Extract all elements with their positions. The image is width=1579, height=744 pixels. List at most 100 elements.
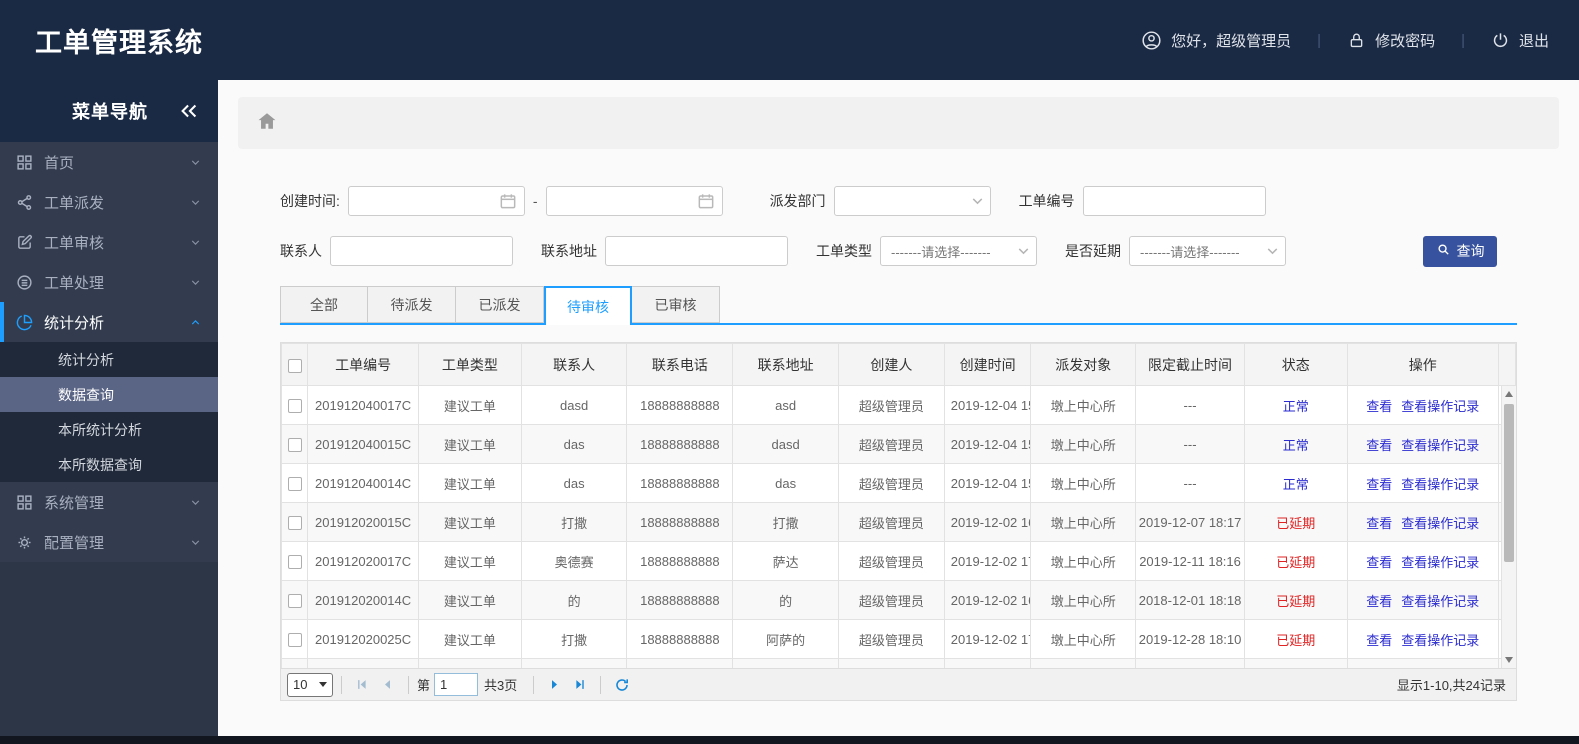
row-checkbox[interactable] [287, 593, 302, 608]
user-greeting[interactable]: 您好，超级管理员 [1141, 30, 1291, 51]
cell-contact: dasd [520, 385, 628, 425]
tab-3[interactable]: 待审核 [544, 286, 632, 325]
refresh-button[interactable] [609, 677, 635, 693]
scroll-down-icon[interactable] [1505, 657, 1513, 663]
tab-2[interactable]: 已派发 [456, 286, 544, 323]
view-log-link[interactable]: 查看操作记录 [1401, 633, 1479, 648]
sidebar-item-config[interactable]: 配置管理 [0, 522, 218, 562]
contact-label: 联系人 [280, 243, 322, 259]
row-checkbox[interactable] [287, 437, 302, 452]
view-log-link[interactable]: 查看操作记录 [1401, 555, 1479, 570]
view-log-link[interactable]: 查看操作记录 [1401, 477, 1479, 492]
view-link[interactable]: 查看 [1366, 516, 1392, 531]
sidebar-subitem-local-statistics[interactable]: 本所统计分析 [0, 412, 218, 447]
view-log-link[interactable]: 查看操作记录 [1401, 438, 1479, 453]
next-page-button[interactable] [542, 677, 567, 692]
calendar-icon[interactable] [498, 191, 518, 214]
row-checkbox[interactable] [287, 398, 302, 413]
contact-input[interactable] [330, 236, 513, 266]
table-row: 201912020025C 建议工单 打撒 18888888888 阿萨的 超级… [281, 619, 1516, 659]
row-checkbox[interactable] [287, 515, 302, 530]
row-checkbox[interactable] [287, 632, 302, 647]
cell-actions: 查看 查看操作记录 [1346, 502, 1499, 542]
col-phone: 联系电话 [626, 343, 734, 386]
delay-select[interactable]: -------请选择------- [1129, 236, 1286, 266]
page-number-input[interactable] [434, 673, 479, 696]
cell-phone: 18888888888 [626, 463, 734, 503]
cell-creator: 超级管理员 [838, 385, 945, 425]
order-type-select[interactable]: -------请选择------- [880, 236, 1037, 266]
view-log-link[interactable]: 查看操作记录 [1401, 399, 1479, 414]
status-badge: 正常 [1282, 476, 1309, 492]
calendar-icon[interactable] [696, 191, 716, 214]
view-log-link[interactable]: 查看操作记录 [1401, 516, 1479, 531]
view-link[interactable]: 查看 [1366, 594, 1392, 609]
table-row: 201912040014C 建议工单 das 18888888888 das 超… [281, 463, 1516, 503]
order-no-input[interactable] [1082, 186, 1266, 216]
sidebar-item-review[interactable]: 工单审核 [0, 222, 218, 262]
view-link[interactable]: 查看 [1366, 555, 1392, 570]
cell-status: 已延期 [1243, 619, 1348, 659]
pie-chart-icon [4, 314, 44, 331]
scrollbar-thumb[interactable] [1504, 404, 1514, 562]
page-size-select[interactable]: 10 [287, 672, 333, 697]
table-scrollbar[interactable] [1501, 386, 1516, 668]
search-button[interactable]: 查询 [1423, 235, 1497, 267]
cell-creator: 超级管理员 [838, 463, 945, 503]
address-input[interactable] [605, 236, 788, 266]
row-select-cell [281, 619, 309, 659]
first-page-button[interactable] [350, 677, 375, 692]
row-checkbox[interactable] [287, 476, 302, 491]
tab-4[interactable]: 已审核 [632, 286, 720, 323]
row-checkbox[interactable] [287, 554, 302, 569]
collapse-sidebar-icon[interactable] [178, 100, 200, 122]
dispatch-dept-select[interactable] [833, 186, 991, 216]
sidebar-subitem-local-data-query[interactable]: 本所数据查询 [0, 447, 218, 482]
sidebar-subitem-data-query[interactable]: 数据查询 [0, 377, 218, 412]
cell-deadline: 2019-12-28 18:10 [1135, 619, 1245, 659]
table-row: 201912040017C 建议工单 dasd 18888888888 asd … [281, 385, 1516, 425]
scroll-up-icon[interactable] [1505, 391, 1513, 397]
sidebar-item-home[interactable]: 首页 [0, 142, 218, 182]
sidebar-item-system[interactable]: 系统管理 [0, 482, 218, 522]
col-created: 创建时间 [943, 343, 1032, 386]
cell-created: 2019-12-02 16 [943, 502, 1032, 542]
cell-order-type: 建议工单 [417, 424, 522, 464]
logout-button[interactable]: 退出 [1491, 30, 1549, 51]
process-icon [4, 274, 44, 291]
last-page-button[interactable] [567, 677, 592, 692]
row-select-cell [281, 580, 309, 620]
cell-creator: 超级管理员 [838, 541, 945, 581]
cell-actions: 查看 查看操作记录 [1346, 541, 1499, 581]
change-password-button[interactable]: 修改密码 [1347, 30, 1435, 51]
prev-page-button[interactable] [375, 677, 400, 692]
view-link[interactable]: 查看 [1366, 399, 1392, 414]
tab-0[interactable]: 全部 [280, 286, 368, 323]
cell-order-no: 201912020014C [307, 580, 419, 620]
col-actions: 操作 [1346, 343, 1499, 386]
view-link[interactable]: 查看 [1366, 438, 1392, 453]
cell-target: 墩上中心所 [1030, 502, 1137, 542]
select-all-checkbox[interactable] [287, 358, 302, 373]
sidebar-subitem-statistics-analysis[interactable]: 统计分析 [0, 342, 218, 377]
home-icon[interactable] [256, 110, 278, 137]
table-row: 201912020015C 建议工单 打撒 18888888888 打撒 超级管… [281, 502, 1516, 542]
create-time-start-input[interactable] [347, 186, 525, 216]
cell-target: 墩上中心所 [1030, 463, 1137, 503]
col-creator: 创建人 [838, 343, 945, 386]
sidebar-item-statistics[interactable]: 统计分析 [0, 302, 218, 342]
sidebar-item-process[interactable]: 工单处理 [0, 262, 218, 302]
cell-status: 正常 [1243, 385, 1348, 425]
create-time-end-input[interactable] [545, 186, 723, 216]
cell-contact: das [520, 424, 628, 464]
view-link[interactable]: 查看 [1366, 633, 1392, 648]
view-link[interactable]: 查看 [1366, 477, 1392, 492]
tab-1[interactable]: 待派发 [368, 286, 456, 323]
cell-actions: 查看 查看操作记录 [1346, 463, 1499, 503]
cell-deadline: 2019-12-11 18:16 [1135, 541, 1245, 581]
cell-target: 墩上中心所 [1030, 541, 1137, 581]
view-log-link[interactable]: 查看操作记录 [1401, 594, 1479, 609]
status-badge: 已延期 [1276, 554, 1316, 570]
cell-actions: 查看 查看操作记录 [1346, 424, 1499, 464]
sidebar-item-dispatch[interactable]: 工单派发 [0, 182, 218, 222]
